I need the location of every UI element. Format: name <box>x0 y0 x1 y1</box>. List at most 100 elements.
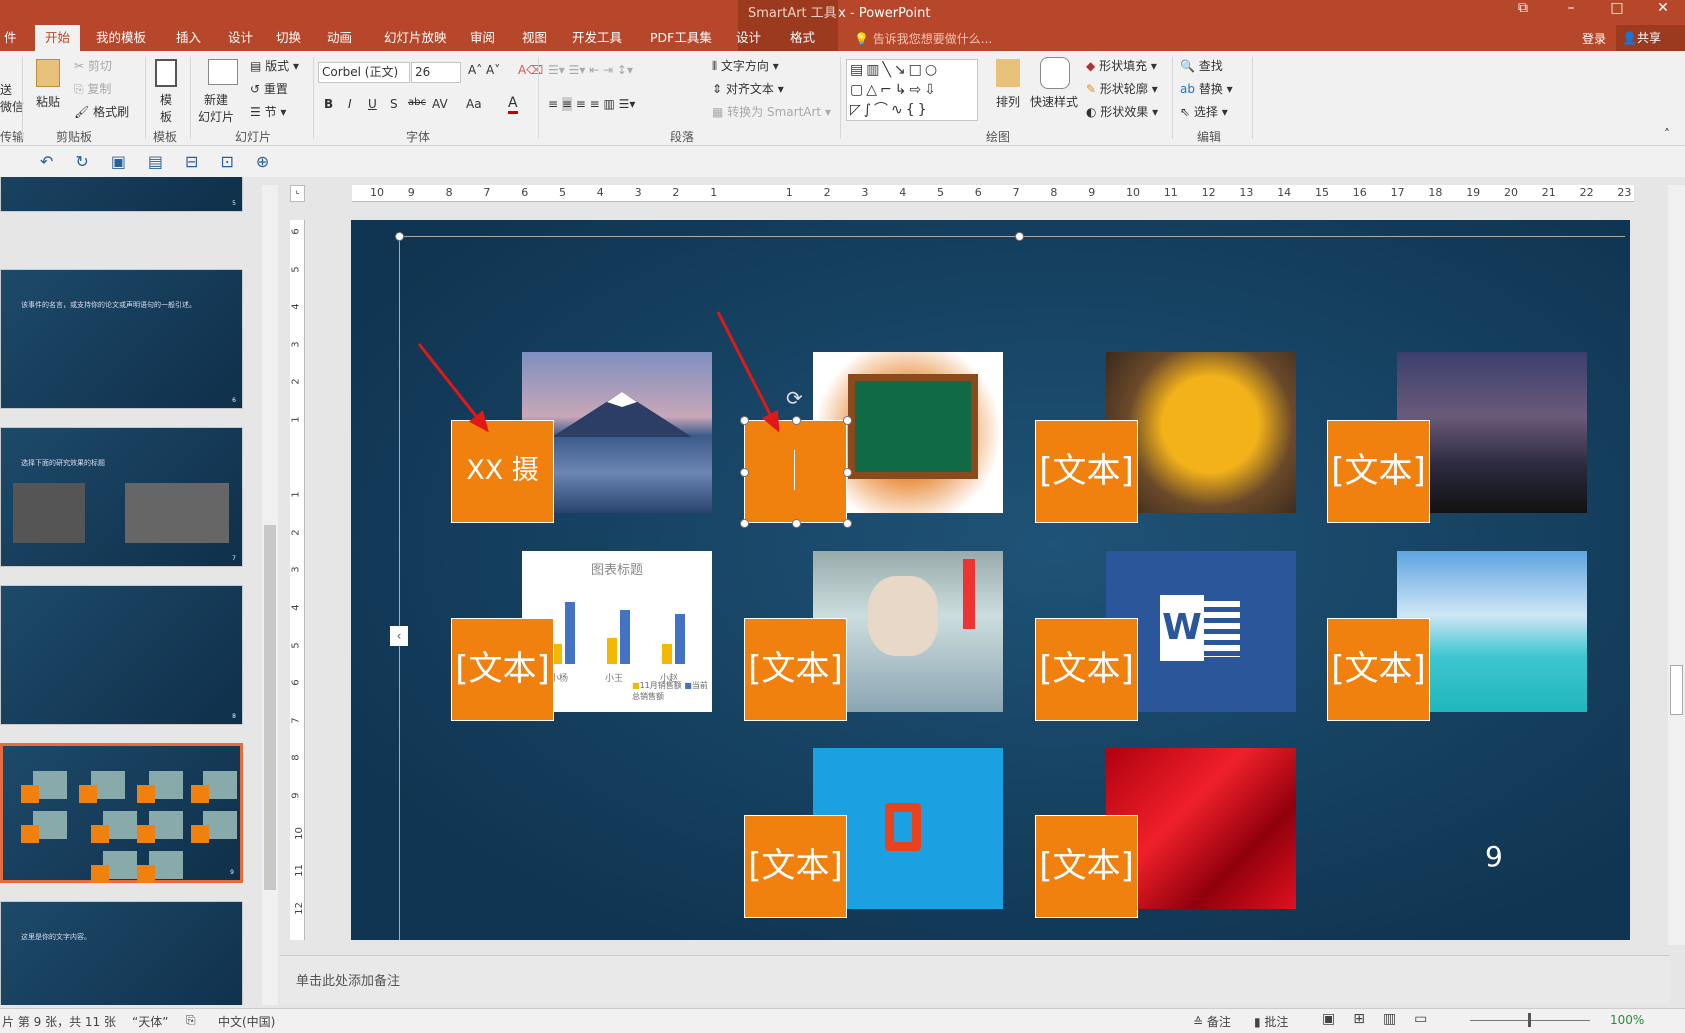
format-painter-button[interactable]: 🖌 格式刷 <box>74 103 129 120</box>
tab-7[interactable]: 幻灯片放映 <box>380 25 451 51</box>
ruler-label: 9 <box>407 186 415 199</box>
replace-button[interactable]: ab 替换 ▾ <box>1180 80 1233 97</box>
thumbnails-scrollbar[interactable] <box>262 185 278 1005</box>
tab-4[interactable]: 设计 <box>224 25 257 51</box>
list-buttons[interactable]: ☰▾ ☰▾ ⇤ ⇥ ↕▾ <box>548 63 633 77</box>
section-button[interactable]: ☰ 节 ▾ <box>250 103 286 120</box>
editing-group-label: 编辑 <box>1197 130 1222 144</box>
ruler-label: 4 <box>899 186 907 199</box>
notes-pane[interactable]: 单击此处添加备注 <box>280 955 1670 1005</box>
slide-canvas[interactable]: ‹ XX 摄 ⟳ [文本] [文本] 图表标题 小杨 小王 小赵 ■11月销售额 ■当前总销售额… <box>351 220 1630 940</box>
spellcheck-icon[interactable]: ⎘ <box>186 1013 196 1028</box>
annotation-arrows <box>417 311 780 433</box>
tab-1[interactable]: 开始 <box>35 25 81 51</box>
arrange-button[interactable]: 排列 <box>996 93 1020 110</box>
close-button[interactable]: ✕ <box>1648 0 1678 20</box>
tab-3[interactable]: 插入 <box>172 25 205 51</box>
zoom-level[interactable]: 100% <box>1610 1013 1644 1027</box>
ruler-label: 6 <box>974 186 982 199</box>
layout-button[interactable]: ▤ 版式 ▾ <box>250 57 299 74</box>
slide-thumbnail-9[interactable]: 9 <box>0 743 243 883</box>
template-button[interactable]: 模板 <box>160 91 172 125</box>
strikethrough-button[interactable]: abc <box>408 97 426 108</box>
thumbnail-text: 该事件的名言，或支持你的论文或声明语句的一般引述。 <box>21 301 196 309</box>
slide-thumbnail-10[interactable]: 10这里是你的文字内容。 <box>0 901 243 1005</box>
quick-styles-button[interactable]: 快速样式 <box>1030 93 1078 110</box>
ruler-label: 14 <box>1277 186 1292 199</box>
italic-button[interactable]: I <box>348 97 352 111</box>
align-text-button[interactable]: ⇕ 对齐文本 ▾ <box>712 80 784 97</box>
shape-fill-button[interactable]: ◆ 形状填充 ▾ <box>1086 57 1157 74</box>
ruler-label: 19 <box>1466 186 1481 199</box>
tab-10[interactable]: 开发工具 <box>568 25 626 51</box>
tab-5[interactable]: 切换 <box>272 25 305 51</box>
slide-thumbnail-5[interactable]: 5 <box>0 177 243 212</box>
quick-styles-icon <box>1040 57 1070 89</box>
tab-0[interactable]: 件 <box>0 25 21 51</box>
language[interactable]: 中文(中国) <box>218 1013 275 1030</box>
minimize-button[interactable]: – <box>1556 0 1586 20</box>
change-case-button[interactable]: Aa <box>466 97 482 111</box>
drawing-group-label: 绘图 <box>986 130 1011 144</box>
tab-selector[interactable]: ⌞ <box>290 185 305 202</box>
zoom-slider-thumb[interactable] <box>1528 1013 1531 1027</box>
login-link[interactable]: 登录 <box>1582 30 1606 47</box>
copy-button[interactable]: ⎘ 复制 <box>74 80 111 97</box>
share-button[interactable]: 👤共享 <box>1616 25 1685 51</box>
slide-thumbnail-8[interactable]: 8 <box>0 585 243 725</box>
scrollbar-thumb[interactable] <box>264 525 276 890</box>
tab-11[interactable]: PDF工具集 <box>646 25 716 51</box>
tab-6[interactable]: 动画 <box>323 25 356 51</box>
reset-button[interactable]: ↺ 重置 <box>250 80 288 97</box>
bold-button[interactable]: B <box>324 97 333 111</box>
notes-button[interactable]: ≙ 备注 <box>1193 1013 1231 1030</box>
ruler-label: 11 <box>293 864 305 878</box>
ruler-label: 8 <box>445 186 453 199</box>
tab-2[interactable]: 我的模板 <box>92 25 150 51</box>
horizontal-ruler: 10 9 8 7 6 5 4 3 2 1 1 2 3 4 5 6 7 8 9 10 11 12 13 14 15 16 17 18 19… <box>352 185 1634 202</box>
ruler-label: 3 <box>861 186 869 199</box>
title-bar: PPT教程2.pptx - PowerPoint SmartArt 工具 ⧉ –… <box>0 0 1685 51</box>
font-name-dropdown[interactable]: Corbel (正文) <box>318 62 410 83</box>
vertical-scrollbar[interactable] <box>1668 185 1685 945</box>
font-grow-shrink-buttons[interactable]: A˄ A˅ <box>468 63 500 77</box>
maximize-button[interactable]: □ <box>1602 0 1632 20</box>
tab-8[interactable]: 审阅 <box>466 25 499 51</box>
ribbon-display-button[interactable]: ⧉ <box>1508 0 1538 20</box>
ruler-label: 21 <box>1541 186 1556 199</box>
cut-button[interactable]: ✂ 剪切 <box>74 57 112 74</box>
ruler-label: 17 <box>1390 186 1405 199</box>
find-button[interactable]: 🔍 查找 <box>1180 57 1223 74</box>
text-direction-button[interactable]: ⫴ 文字方向 ▾ <box>712 57 779 74</box>
underline-button[interactable]: U <box>368 97 377 111</box>
tab-9[interactable]: 视图 <box>518 25 551 51</box>
slide-thumbnail-7[interactable]: 7 选择下面的研究效果的标题 <box>0 427 243 567</box>
shape-effects-button[interactable]: ◐ 形状效果 ▾ <box>1086 103 1158 120</box>
comments-button[interactable]: ▮ 批注 <box>1254 1013 1288 1030</box>
new-slide-button[interactable]: 新建 幻灯片 <box>198 91 234 125</box>
select-button[interactable]: ⇖ 选择 ▾ <box>1180 103 1228 120</box>
view-buttons[interactable]: ▣⊞▥▭ <box>1322 1011 1445 1027</box>
divider <box>1172 57 1173 139</box>
shape-outline-button[interactable]: ✎ 形状轮廓 ▾ <box>1086 80 1158 97</box>
slide-thumbnail-6[interactable]: 6 该事件的名言，或支持你的论文或声明语句的一般引述。 <box>0 269 243 409</box>
tell-me-search[interactable]: 💡 告诉我您想要做什么... <box>854 30 992 47</box>
quick-access-buttons[interactable]: ↶↻▣▤⊟⊡⊕ <box>40 152 291 171</box>
shapes-gallery[interactable]: ▤▥╲↘□○ ▢△⌐↳⇨⇩ ◸∫⌒∿{} <box>846 59 978 121</box>
char-spacing-button[interactable]: AV <box>432 97 448 111</box>
paste-button[interactable]: 粘贴 <box>36 93 60 110</box>
convert-smartart-button[interactable]: ▦ 转换为 SmartArt ▾ <box>712 103 831 120</box>
alignment-buttons[interactable]: ≡ ≡ ≡ ≡ ▥ ☰▾ <box>548 97 635 111</box>
scrollbar-thumb[interactable] <box>1670 665 1683 715</box>
collapse-ribbon-button[interactable]: ˄ <box>1664 127 1670 141</box>
tab-12[interactable]: 设计 <box>732 25 765 51</box>
ruler-label: 2 <box>823 186 831 199</box>
font-size-dropdown[interactable]: 26 <box>411 62 461 83</box>
clear-formatting-icon[interactable]: A⌫ <box>518 63 543 77</box>
ruler-label: 1 <box>710 186 718 199</box>
font-color-button[interactable]: A <box>508 95 518 114</box>
ruler-label: 4 <box>290 303 302 310</box>
send-wechat-button[interactable]: 送微信 <box>0 81 24 115</box>
shadow-button[interactable]: S <box>390 97 398 111</box>
tab-13[interactable]: 格式 <box>786 25 819 51</box>
